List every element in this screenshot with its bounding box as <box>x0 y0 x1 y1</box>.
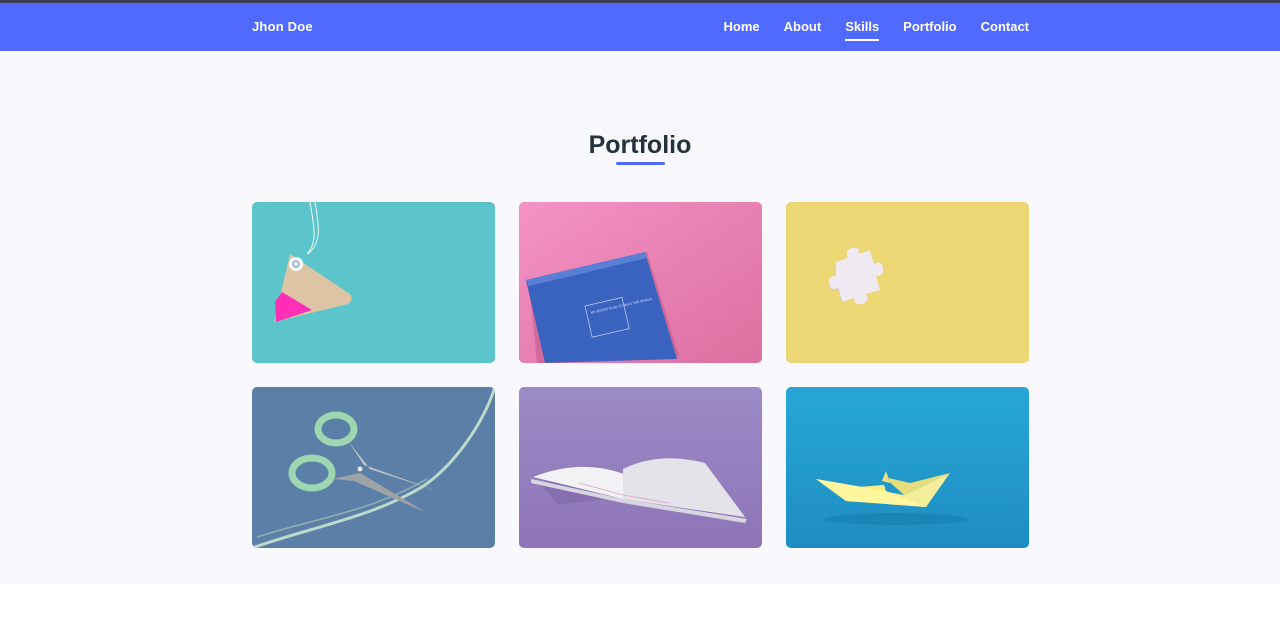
portfolio-section: Portfolio MY SECRET PLAN TO RULE THE WOR… <box>0 51 1280 584</box>
nav-link-portfolio[interactable]: Portfolio <box>903 19 956 44</box>
portfolio-item-open-book[interactable] <box>519 387 762 548</box>
title-underline <box>616 162 665 165</box>
nav-link-skills[interactable]: Skills <box>845 19 879 44</box>
scissors-image <box>252 387 495 548</box>
portfolio-grid: MY SECRET PLAN TO RULE THE WORLD <box>252 202 1029 548</box>
portfolio-item-price-tag[interactable] <box>252 202 495 363</box>
section-title: Portfolio <box>588 131 692 159</box>
open-book-image <box>519 387 762 548</box>
nav-links: Home About Skills Portfolio Contact <box>724 19 1029 44</box>
nav-link-home[interactable]: Home <box>724 19 760 44</box>
price-tag-image <box>252 202 495 363</box>
brand-link[interactable]: Jhon Doe <box>252 19 313 34</box>
nav-link-about[interactable]: About <box>784 19 822 44</box>
portfolio-item-puzzle-piece[interactable] <box>786 202 1029 363</box>
nav-link-contact[interactable]: Contact <box>981 19 1029 44</box>
portfolio-item-blue-notebook[interactable]: MY SECRET PLAN TO RULE THE WORLD <box>519 202 762 363</box>
portfolio-item-paper-boat[interactable] <box>786 387 1029 548</box>
notebook-image: MY SECRET PLAN TO RULE THE WORLD <box>519 202 762 363</box>
navbar: Jhon Doe Home About Skills Portfolio Con… <box>0 3 1280 51</box>
puzzle-image <box>786 202 1029 363</box>
portfolio-item-scissors[interactable] <box>252 387 495 548</box>
paper-boat-image <box>786 387 1029 548</box>
